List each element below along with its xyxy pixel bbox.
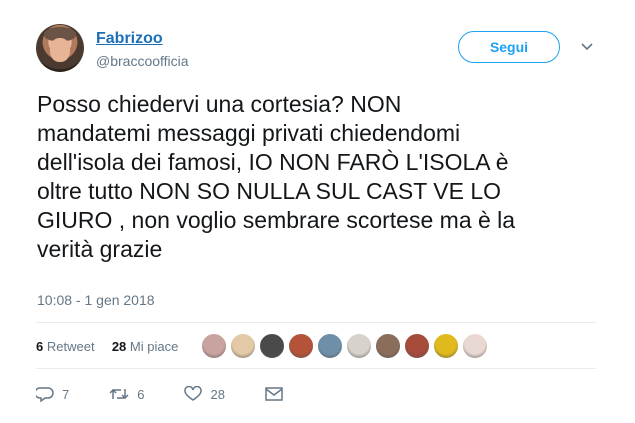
liker-avatar[interactable] [316, 332, 344, 360]
retweet-label[interactable]: Retweet [47, 339, 95, 354]
chevron-down-icon[interactable] [580, 40, 594, 54]
like-label[interactable]: Mi piace [130, 339, 178, 354]
liker-avatar[interactable] [258, 332, 286, 360]
liker-avatar[interactable] [345, 332, 373, 360]
liker-avatar[interactable] [287, 332, 315, 360]
liker-avatar[interactable] [200, 332, 228, 360]
like-count-action: 28 [210, 386, 225, 402]
like-count: 28 [111, 339, 127, 354]
retweet-button[interactable]: 6 [109, 386, 144, 402]
liker-avatar[interactable] [403, 332, 431, 360]
tweet-actions: 7 6 28 [36, 386, 331, 402]
mail-icon [265, 387, 283, 401]
divider [36, 322, 596, 323]
reply-icon [36, 387, 54, 402]
avatar[interactable] [36, 24, 84, 72]
heart-icon [184, 386, 203, 401]
likers-avatars [200, 332, 490, 360]
user-name[interactable]: Fabrizoo [96, 30, 163, 48]
liker-avatar[interactable] [374, 332, 402, 360]
tweet-timestamp[interactable]: 10:08 - 1 gen 2018 [37, 292, 155, 308]
retweet-count-action: 6 [137, 386, 145, 402]
follow-button[interactable]: Segui [458, 31, 560, 63]
avatar-face [50, 38, 70, 62]
liker-avatar[interactable] [461, 332, 489, 360]
user-handle: @braccoofficia [96, 53, 189, 69]
retweet-count: 6 [36, 339, 44, 354]
message-button[interactable] [265, 387, 291, 401]
liker-avatar[interactable] [432, 332, 460, 360]
tweet-text: Posso chiedervi una cortesia? NON mandat… [37, 91, 516, 262]
divider [36, 368, 596, 369]
liker-avatar[interactable] [229, 332, 257, 360]
reply-count: 7 [62, 386, 70, 402]
tweet-stats: 6 Retweet 28 Mi piace [36, 339, 178, 354]
like-button[interactable]: 28 [184, 386, 225, 402]
retweet-icon [109, 388, 129, 400]
reply-button[interactable]: 7 [36, 386, 69, 402]
